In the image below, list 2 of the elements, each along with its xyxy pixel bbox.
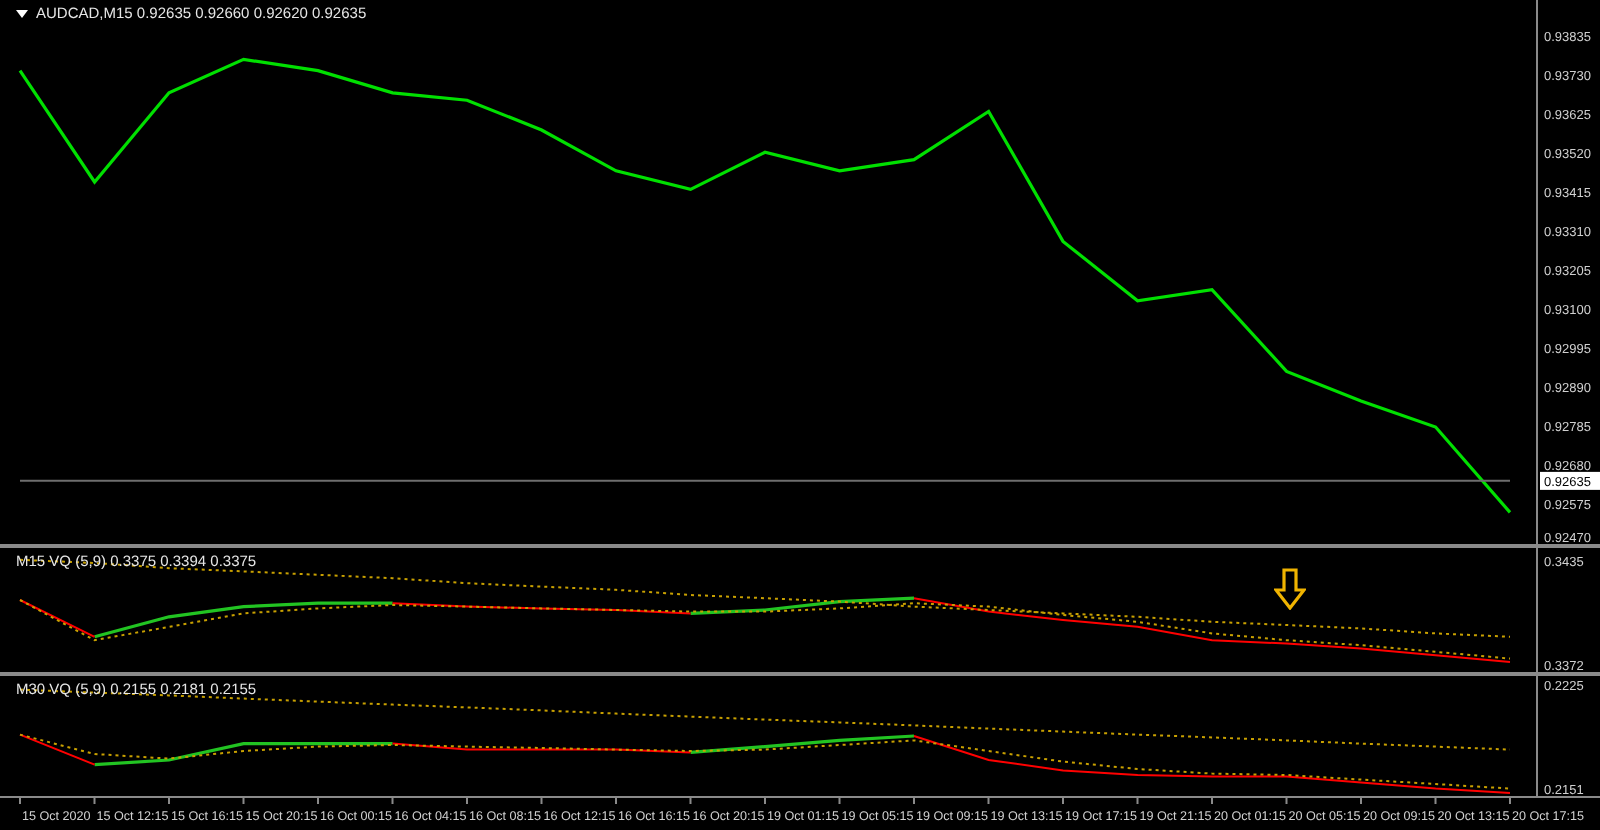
down-arrow-icon: [1274, 568, 1306, 610]
caret-icon[interactable]: [16, 9, 28, 17]
